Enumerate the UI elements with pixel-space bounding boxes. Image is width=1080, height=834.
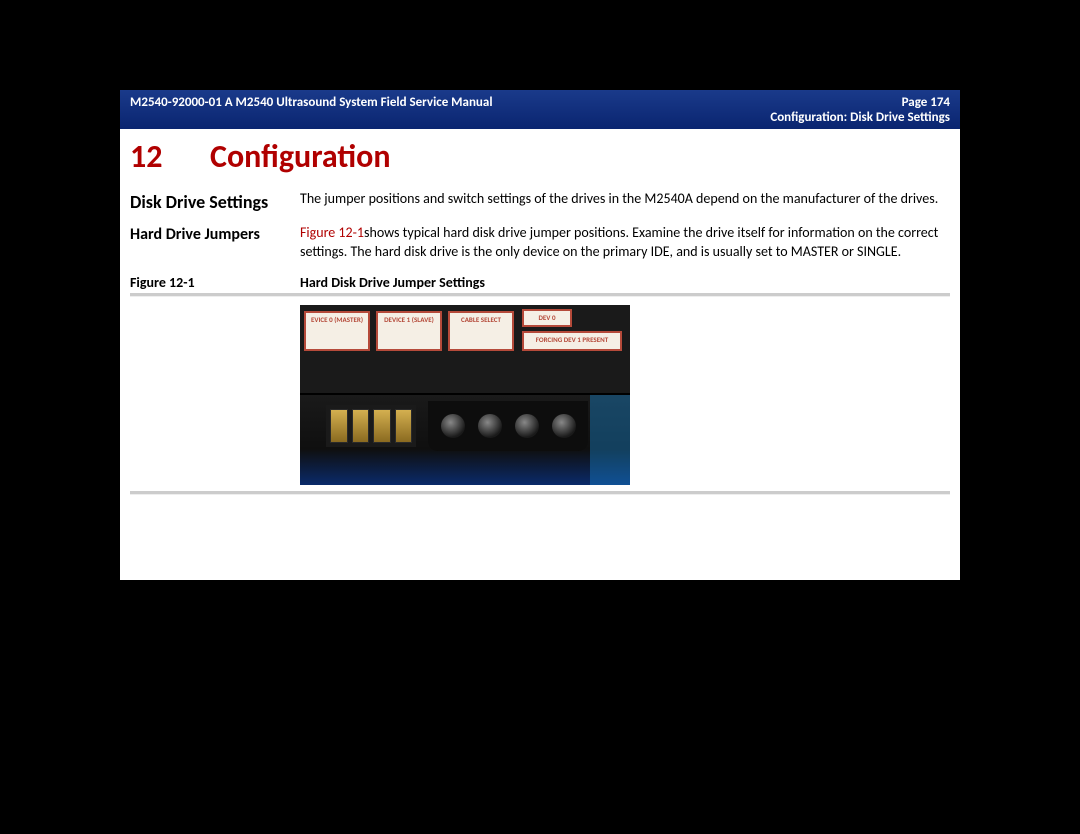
section-body-text: shows typical hard disk drive jumper pos…	[300, 224, 938, 260]
page-header-bar: M2540-92000-01 A M2540 Ultrasound System…	[120, 90, 960, 129]
chapter-heading: 12 Configuration	[120, 129, 960, 186]
chapter-title: Configuration	[210, 137, 391, 176]
power-pin	[552, 414, 576, 438]
figure-label: Figure 12-1	[130, 274, 300, 291]
figure-image-hard-disk-jumpers: EVICE 0 (MASTER) DEVICE 1 (SLAVE) CABLE …	[300, 305, 630, 485]
figure-caption-row: Figure 12-1 Hard Disk Drive Jumper Setti…	[120, 268, 960, 293]
doc-id: M2540-92000-01 A M2540 Ultrasound System…	[130, 95, 493, 110]
section-disk-drive-settings: Disk Drive Settings The jumper positions…	[120, 186, 960, 220]
figure-caption: Hard Disk Drive Jumper Settings	[300, 274, 485, 291]
jumper-pin	[330, 409, 348, 443]
power-pin	[441, 414, 465, 438]
figure-reference-link[interactable]: Figure 12-1	[300, 224, 364, 241]
section-body: Figure 12-1shows typical hard disk drive…	[300, 224, 950, 262]
background-glow	[590, 395, 630, 485]
manual-page: M2540-92000-01 A M2540 Ultrasound System…	[120, 90, 960, 580]
section-breadcrumb: Configuration: Disk Drive Settings	[770, 110, 950, 125]
section-label: Hard Drive Jumpers	[130, 224, 300, 262]
power-pin	[515, 414, 539, 438]
jumper-pin	[395, 409, 413, 443]
power-connector	[428, 401, 588, 451]
section-body: The jumper positions and switch settings…	[300, 190, 950, 214]
section-label: Disk Drive Settings	[130, 190, 300, 214]
horizontal-rule	[130, 293, 950, 297]
jumper-label-cable-select: CABLE SELECT	[448, 311, 514, 351]
jumper-label-slave: DEVICE 1 (SLAVE)	[376, 311, 442, 351]
jumper-label-dev0: DEV 0	[522, 309, 572, 327]
section-hard-drive-jumpers: Hard Drive Jumpers Figure 12-1shows typi…	[120, 220, 960, 268]
jumper-pins-block	[326, 405, 416, 447]
jumper-label-master: EVICE 0 (MASTER)	[304, 311, 370, 351]
jumper-pin	[352, 409, 370, 443]
chapter-number: 12	[130, 137, 210, 176]
horizontal-rule	[130, 491, 950, 495]
page-number: Page 174	[770, 95, 950, 110]
jumper-label-forcing-dev1: FORCING DEV 1 PRESENT	[522, 331, 622, 351]
jumper-pin	[373, 409, 391, 443]
power-pin	[478, 414, 502, 438]
